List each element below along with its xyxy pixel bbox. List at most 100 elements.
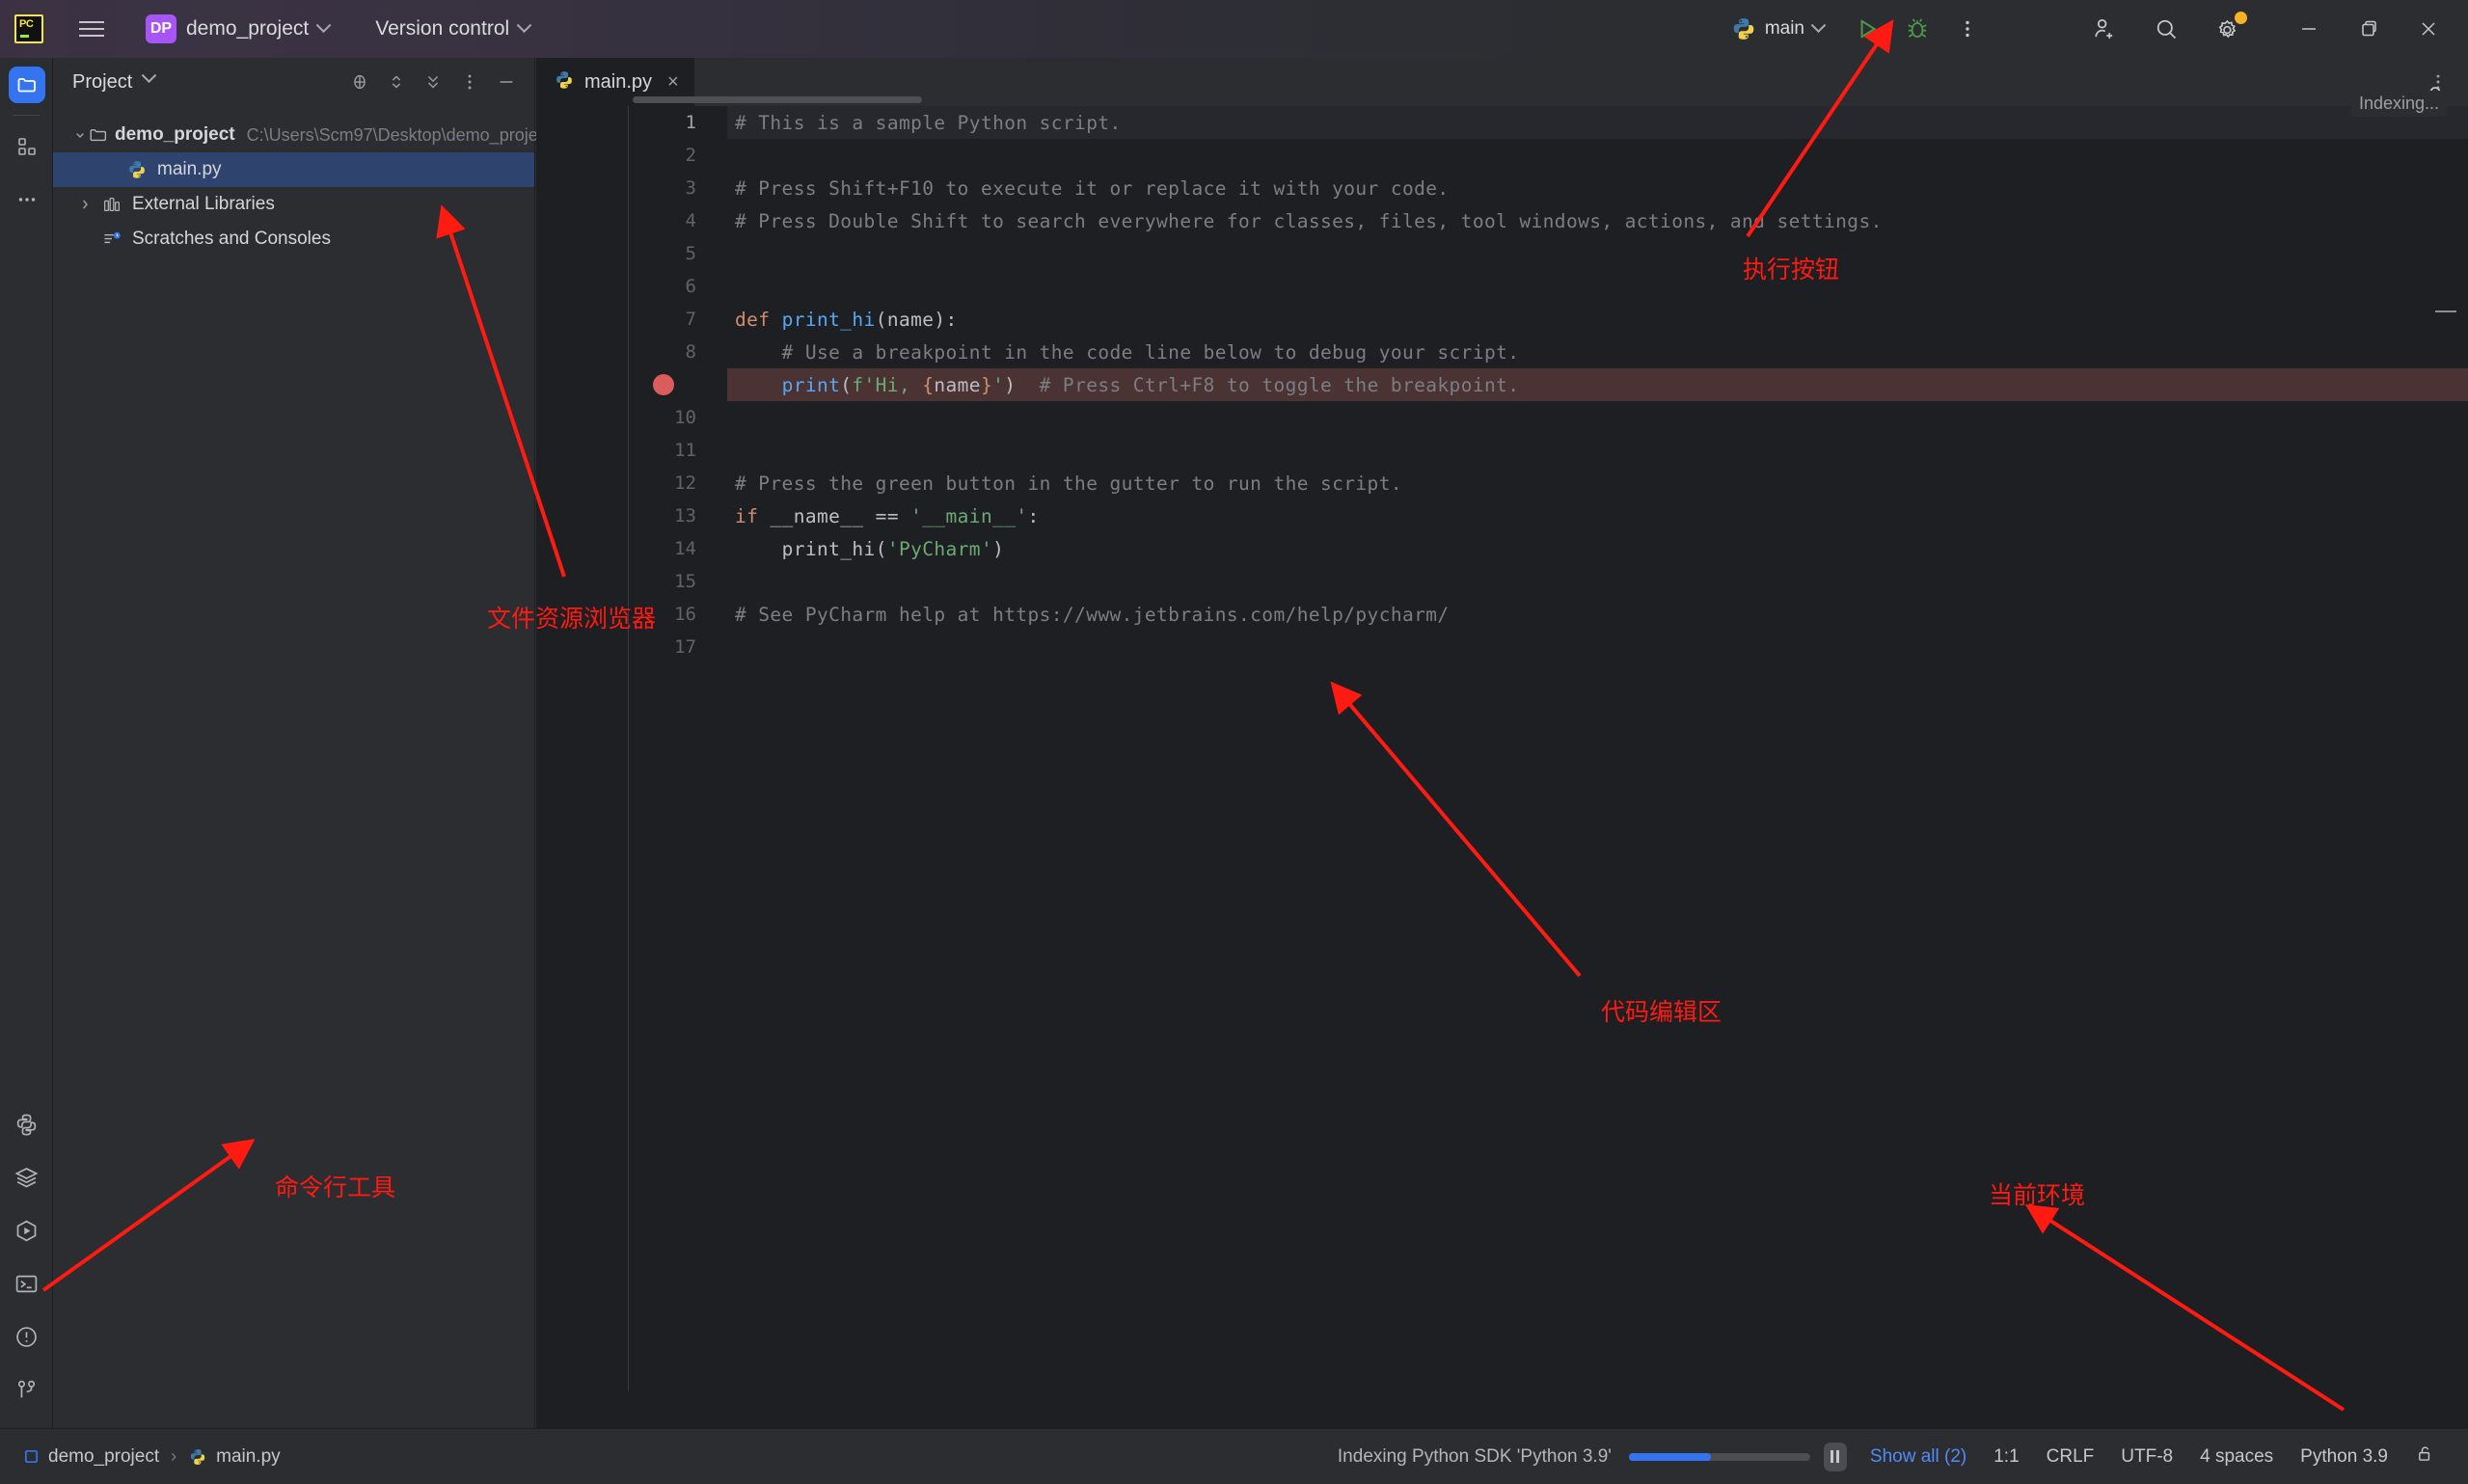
chevron-down-icon bbox=[315, 16, 332, 33]
breadcrumb-label: main.py bbox=[216, 1445, 281, 1467]
sidebar-item-python-console[interactable] bbox=[0, 1151, 53, 1204]
library-icon bbox=[97, 194, 126, 215]
collapse-all-icon[interactable] bbox=[417, 66, 449, 98]
code-lines[interactable]: 1 # This is a sample Python script. 2 3 # Pr… bbox=[628, 96, 2468, 1391]
code-line[interactable]: print(f'Hi, {name}') # Press Ctrl+F8 to … bbox=[653, 368, 2468, 401]
code-line[interactable]: 2 bbox=[686, 139, 2468, 172]
code-text: # See PyCharm help at https://www.jetbra… bbox=[735, 603, 1450, 626]
debug-bug-icon[interactable] bbox=[1895, 7, 1939, 51]
tree-label: Scratches and Consoles bbox=[132, 229, 331, 249]
tree-row-scratches-consoles[interactable]: Scratches and Consoles bbox=[53, 222, 534, 256]
annotation-environment: 当前环境 bbox=[1989, 1181, 2086, 1209]
layers-icon bbox=[14, 1167, 39, 1188]
sidebar-item-problems[interactable] bbox=[0, 1310, 53, 1363]
interpreter-selector[interactable]: Python 3.9 bbox=[2287, 1446, 2401, 1468]
code-line[interactable]: 1 # This is a sample Python script. bbox=[686, 106, 2468, 139]
add-user-icon[interactable] bbox=[2082, 7, 2127, 51]
close-icon[interactable] bbox=[2399, 0, 2458, 58]
show-all-link[interactable]: Show all (2) bbox=[1857, 1446, 1980, 1468]
editor-gutter[interactable] bbox=[536, 106, 628, 1391]
tree-row-main-py[interactable]: main.py bbox=[53, 152, 534, 187]
code-line[interactable]: 6 bbox=[686, 270, 2468, 303]
settings-badge-dot bbox=[2235, 12, 2247, 24]
code-line[interactable]: 11 bbox=[674, 434, 2468, 467]
code-text: if __name__ == '__main__': bbox=[735, 504, 1040, 527]
minimize-icon[interactable] bbox=[2279, 0, 2339, 58]
chevron-down-icon[interactable] bbox=[141, 67, 157, 84]
breadcrumb-item-demo-project[interactable]: demo_project bbox=[23, 1446, 159, 1468]
project-selector[interactable]: DP demo_project bbox=[136, 10, 339, 48]
sidebar-item-python-packages[interactable] bbox=[0, 1098, 53, 1151]
file-encoding[interactable]: UTF-8 bbox=[2107, 1446, 2186, 1468]
unlocked-icon[interactable] bbox=[2401, 1444, 2449, 1470]
code-line[interactable]: 8 # Use a breakpoint in the code line be… bbox=[686, 336, 2468, 368]
line-number: 4 bbox=[685, 210, 696, 231]
scratch-icon bbox=[97, 229, 126, 251]
code-text: print_hi('PyCharm') bbox=[781, 537, 1005, 560]
more-vertical-icon[interactable] bbox=[1945, 7, 1990, 51]
version-control-menu[interactable]: Version control bbox=[367, 13, 537, 45]
line-number: 13 bbox=[674, 505, 696, 526]
line-number: 17 bbox=[674, 636, 696, 658]
code-line[interactable]: 10 bbox=[674, 401, 2468, 434]
caret-position[interactable]: 1:1 bbox=[1980, 1446, 2032, 1468]
code-line[interactable]: 4 # Press Double Shift to search everywhe… bbox=[686, 204, 2468, 237]
chevron-down-icon[interactable] bbox=[72, 127, 88, 143]
sidebar-item-structure[interactable] bbox=[0, 120, 53, 173]
options-icon[interactable] bbox=[453, 66, 486, 98]
line-number: 6 bbox=[685, 276, 696, 297]
line-separator[interactable]: CRLF bbox=[2033, 1446, 2108, 1468]
run-configuration-selector[interactable]: main bbox=[1723, 13, 1831, 45]
tree-row-demo-project[interactable]: demo_project C:\Users\Scm97\Desktop\demo… bbox=[53, 118, 552, 152]
locate-target-icon[interactable] bbox=[343, 66, 376, 98]
annotation-code-editor: 代码编辑区 bbox=[1601, 998, 1722, 1026]
code-line[interactable]: 12 # Press the green button in the gutter… bbox=[674, 467, 2468, 499]
code-text: # Use a breakpoint in the code line belo… bbox=[735, 340, 1520, 364]
pause-icon[interactable] bbox=[1823, 1442, 1847, 1471]
breadcrumb-label: demo_project bbox=[48, 1445, 160, 1467]
code-line[interactable]: 15 bbox=[674, 565, 2468, 598]
tree-label: External Libraries bbox=[132, 194, 275, 214]
breadcrumb-item-main-py[interactable]: main.py bbox=[188, 1446, 281, 1468]
expand-collapse-icon[interactable] bbox=[380, 66, 413, 98]
line-number: 15 bbox=[674, 571, 696, 592]
tree-row-external-libraries[interactable]: External Libraries bbox=[53, 187, 534, 222]
code-line[interactable]: 5 bbox=[686, 237, 2468, 270]
tree-label: demo_project bbox=[115, 124, 235, 145]
python-file-icon bbox=[190, 1448, 205, 1465]
project-panel-title: Project bbox=[72, 70, 133, 93]
indent-setting[interactable]: 4 spaces bbox=[2186, 1446, 2287, 1468]
code-line[interactable]: 16 # See PyCharm help at https://www.jetb… bbox=[674, 598, 2468, 631]
sidebar-item-project[interactable] bbox=[0, 58, 53, 111]
code-line[interactable]: 7 def print_hi(name): bbox=[686, 303, 2468, 336]
code-line[interactable]: 14 print_hi('PyCharm') bbox=[674, 532, 2468, 565]
gear-icon[interactable] bbox=[2206, 7, 2250, 51]
breakpoint-marker[interactable] bbox=[653, 374, 674, 395]
code-text: # Press Shift+F10 to execute it or repla… bbox=[735, 176, 1450, 200]
sidebar-item-version-control[interactable] bbox=[0, 1363, 53, 1417]
line-number: 12 bbox=[674, 472, 696, 494]
sidebar-item-more[interactable] bbox=[0, 173, 53, 226]
sidebar-item-terminal[interactable] bbox=[0, 1257, 53, 1310]
search-icon[interactable] bbox=[2144, 7, 2188, 51]
code-text: # Press Double Shift to search everywher… bbox=[735, 209, 1883, 232]
hamburger-menu-icon[interactable] bbox=[70, 8, 113, 50]
status-bar: demo_project › main.py Indexing Python S… bbox=[0, 1428, 2468, 1484]
code-editor[interactable]: 1 # This is a sample Python script. 2 3 # Pr… bbox=[536, 96, 2468, 1391]
annotation-run-button: 执行按钮 bbox=[1743, 256, 1840, 283]
sidebar-item-services[interactable] bbox=[0, 1204, 53, 1257]
code-line[interactable]: 13 if __name__ == '__main__': bbox=[674, 499, 2468, 532]
horizontal-scroll-thumb[interactable] bbox=[633, 96, 922, 103]
project-tree: demo_project C:\Users\Scm97\Desktop\demo… bbox=[53, 106, 552, 256]
activity-divider bbox=[13, 115, 40, 116]
close-icon[interactable]: × bbox=[667, 71, 679, 94]
code-line[interactable]: 3 # Press Shift+F10 to execute it or repl… bbox=[686, 172, 2468, 204]
run-play-icon[interactable] bbox=[1845, 7, 1889, 51]
restore-icon[interactable] bbox=[2339, 0, 2399, 58]
hide-tool-window-icon[interactable] bbox=[490, 66, 523, 98]
line-number: 10 bbox=[674, 407, 696, 428]
python-icon bbox=[1733, 18, 1754, 40]
chevron-right-icon[interactable] bbox=[72, 197, 97, 212]
line-number: 8 bbox=[685, 341, 696, 363]
code-line[interactable]: 17 bbox=[674, 631, 2468, 663]
